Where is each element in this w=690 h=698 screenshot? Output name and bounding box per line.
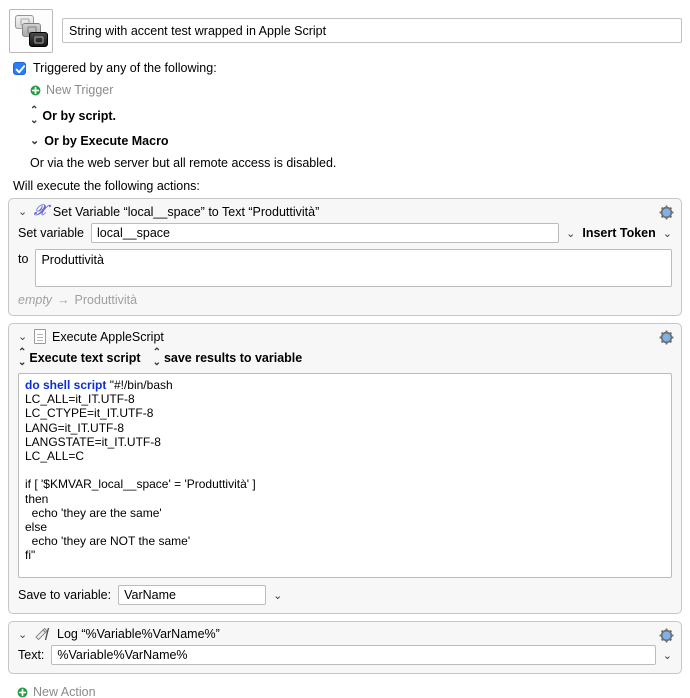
action-execute-applescript[interactable]: ⌄ Execute AppleScript ⌃ ⌄ Execute text s… xyxy=(8,323,682,614)
save-to-variable-input[interactable]: VarName xyxy=(118,585,267,605)
log-text-row: Text: %Variable%VarName% ⌄ xyxy=(18,645,672,665)
to-row: to Produttività xyxy=(18,249,672,287)
to-label: to xyxy=(18,252,29,266)
or-by-execute-macro-label: Or by Execute Macro xyxy=(44,134,169,148)
or-by-script-popup[interactable]: ⌃ ⌄ Or by script. xyxy=(13,106,690,126)
script-body: "#!/bin/bash LC_ALL=it_IT.UTF-8 LC_CTYPE… xyxy=(25,378,256,563)
insert-token-chevron-icon[interactable]: ⌄ xyxy=(663,227,672,240)
action-set-variable-title: Set Variable “local__space” to Text “Pro… xyxy=(52,204,320,219)
to-value-textarea[interactable]: Produttività xyxy=(35,249,672,287)
web-server-note: Or via the web server but all remote acc… xyxy=(30,156,337,170)
variable-name-dropdown-icon[interactable]: ⌄ xyxy=(566,227,575,240)
actions-list: ⌄ 𝒳 Set Variable “local__space” to Text … xyxy=(0,198,690,674)
new-action-button[interactable]: New Action xyxy=(0,681,690,698)
log-text-input[interactable]: %Variable%VarName% xyxy=(51,645,656,665)
action-log-title: Log “%Variable%VarName%” xyxy=(57,627,220,641)
result-after: Produttività xyxy=(74,293,138,307)
insert-token-button[interactable]: Insert Token xyxy=(582,226,655,240)
new-trigger-button[interactable]: New Trigger xyxy=(13,83,690,97)
key-glyph-front xyxy=(29,32,48,47)
set-variable-label: Set variable xyxy=(18,226,85,240)
keyboard-keys-stack-icon[interactable] xyxy=(9,9,53,53)
action-set-variable-header[interactable]: ⌄ 𝒳 Set Variable “local__space” to Text … xyxy=(9,199,681,223)
add-circle-icon xyxy=(17,687,28,697)
result-before: empty xyxy=(18,293,53,307)
set-variable-x-icon: 𝒳 xyxy=(34,203,47,219)
chevron-down-icon: ⌄ xyxy=(30,134,40,147)
updown-chevron-icon: ⌃ ⌄ xyxy=(18,347,26,368)
triggered-by-checkbox[interactable] xyxy=(13,61,26,75)
trigger-section: Triggered by any of the following: New T… xyxy=(0,53,690,170)
updown-chevron-icon: ⌃ ⌄ xyxy=(30,105,38,126)
action-log-header[interactable]: ⌄ Log “%Variable%VarName%” xyxy=(9,622,681,645)
set-variable-result-preview: empty → Produttività xyxy=(18,287,672,307)
save-to-variable-dropdown-icon[interactable]: ⌄ xyxy=(273,589,282,602)
save-results-label: save results to variable xyxy=(163,351,303,365)
disclosure-chevron-icon[interactable]: ⌄ xyxy=(18,330,28,343)
gear-icon[interactable] xyxy=(659,628,674,643)
applescript-document-icon xyxy=(34,329,46,344)
execute-text-script-popup[interactable]: ⌃ ⌄ Execute text script xyxy=(18,348,141,368)
action-execute-applescript-header[interactable]: ⌄ Execute AppleScript xyxy=(9,324,681,348)
set-variable-row: Set variable local__space ⌄ Insert Token… xyxy=(18,223,672,243)
variable-name-input[interactable]: local__space xyxy=(91,223,560,243)
script-mode-row: ⌃ ⌄ Execute text script ⌃ ⌄ save results t… xyxy=(9,348,681,373)
or-by-execute-macro-popup[interactable]: ⌄ Or by Execute Macro xyxy=(13,134,690,148)
action-set-variable-body: Set variable local__space ⌄ Insert Token… xyxy=(9,223,681,315)
macro-title-input[interactable]: String with accent test wrapped in Apple… xyxy=(62,18,682,43)
to-value-text: Produttività xyxy=(41,253,104,267)
or-by-script-label: Or by script. xyxy=(42,109,117,123)
script-editor[interactable]: do shell script "#!/bin/bash LC_ALL=it_I… xyxy=(18,373,672,578)
action-execute-applescript-title: Execute AppleScript xyxy=(52,329,164,344)
updown-chevron-icon: ⌃ ⌄ xyxy=(152,347,161,368)
action-log[interactable]: ⌄ Log “%Variable%VarName%” Text: %Variab… xyxy=(8,621,682,674)
disclosure-chevron-icon[interactable]: ⌄ xyxy=(18,205,28,218)
add-circle-icon xyxy=(30,85,41,95)
log-text-value: %Variable%VarName% xyxy=(57,648,188,662)
result-arrow-icon: → xyxy=(57,293,70,307)
save-results-popup[interactable]: ⌃ ⌄ save results to variable xyxy=(153,348,303,368)
log-pencil-icon xyxy=(35,627,50,641)
disclosure-chevron-icon[interactable]: ⌄ xyxy=(18,628,28,641)
save-to-variable-value: VarName xyxy=(124,588,176,602)
save-to-variable-label: Save to variable: xyxy=(18,588,112,602)
checkmark-icon xyxy=(15,64,26,73)
log-text-dropdown-icon[interactable]: ⌄ xyxy=(663,649,672,662)
triggered-by-row[interactable]: Triggered by any of the following: xyxy=(13,61,690,75)
triggered-by-label: Triggered by any of the following: xyxy=(33,61,217,75)
action-log-body: Text: %Variable%VarName% ⌄ xyxy=(9,645,681,673)
script-keyword: do shell script xyxy=(25,378,107,392)
macro-editor-window: String with accent test wrapped in Apple… xyxy=(0,0,690,698)
execute-text-script-label: Execute text script xyxy=(29,351,141,365)
macro-header: String with accent test wrapped in Apple… xyxy=(0,0,690,53)
gear-icon[interactable] xyxy=(659,330,674,345)
actions-header: Will execute the following actions: xyxy=(13,179,200,193)
variable-name-value: local__space xyxy=(97,226,170,240)
gear-icon[interactable] xyxy=(659,205,674,220)
new-action-label: New Action xyxy=(33,685,96,698)
save-to-variable-row: Save to variable: VarName ⌄ xyxy=(9,585,681,605)
log-text-label: Text: xyxy=(18,648,45,662)
script-code: do shell script "#!/bin/bash LC_ALL=it_I… xyxy=(25,378,665,563)
new-trigger-label: New Trigger xyxy=(46,83,114,97)
macro-title-text: String with accent test wrapped in Apple… xyxy=(69,23,327,38)
action-set-variable[interactable]: ⌄ 𝒳 Set Variable “local__space” to Text … xyxy=(8,198,682,316)
